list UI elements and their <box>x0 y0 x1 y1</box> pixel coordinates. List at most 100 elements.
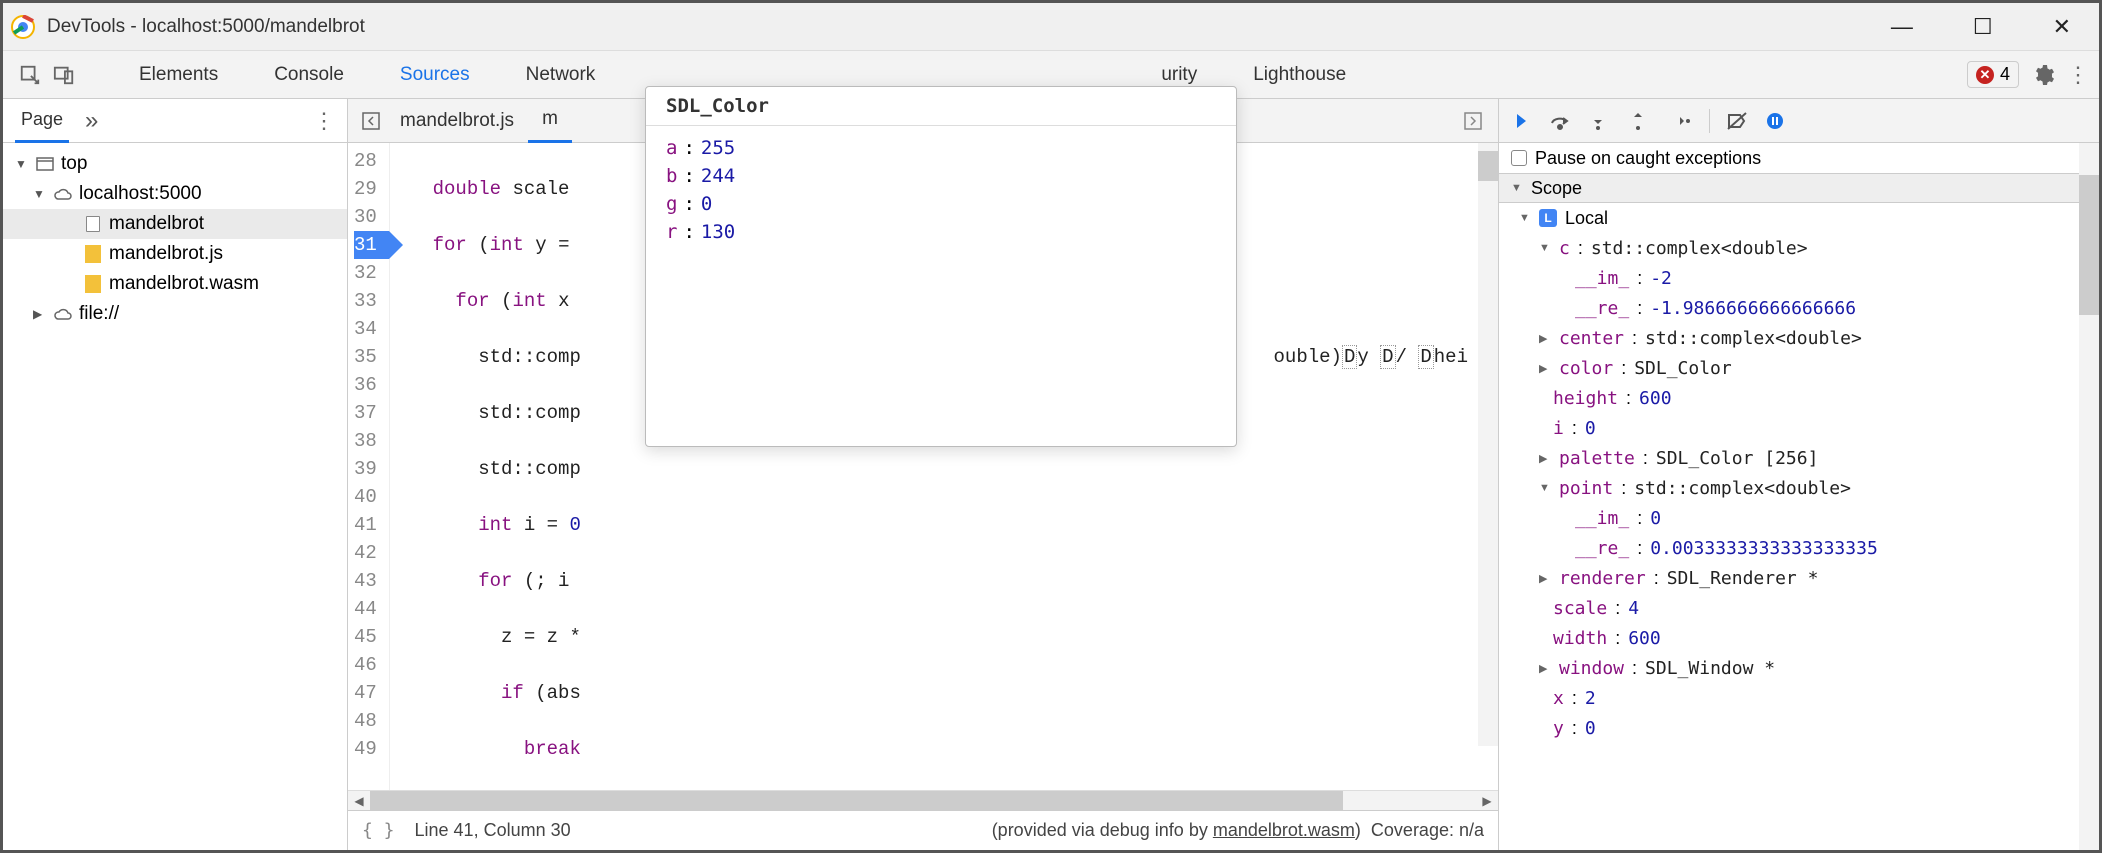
tooltip-field: a:255 <box>666 134 1216 162</box>
settings-gear-icon[interactable] <box>2031 63 2055 87</box>
collapse-icon: ▶ <box>33 307 47 321</box>
step-over-icon[interactable] <box>1549 111 1573 131</box>
editor-run-icon[interactable] <box>1464 112 1490 130</box>
sidebar-tab-page[interactable]: Page <box>15 99 69 143</box>
var-palette[interactable]: ▶palette:SDL_Color [256] <box>1499 443 2099 473</box>
sources-sidebar: Page » ⋮ ▼ top ▼ localhost:5000 mandelbr… <box>3 99 348 850</box>
var-point-im[interactable]: __im_:0 <box>1499 503 2099 533</box>
var-c-im[interactable]: __im_:-2 <box>1499 263 2099 293</box>
device-toolbar-icon[interactable] <box>47 58 81 92</box>
file-icon <box>83 216 103 232</box>
hover-tooltip: SDL_Color a:255 b:244 g:0 r:130 <box>645 86 1237 447</box>
editor-statusbar: { } Line 41, Column 30 (provided via deb… <box>348 810 1498 850</box>
file-tree: ▼ top ▼ localhost:5000 mandelbrot mandel… <box>3 143 347 335</box>
scroll-left-icon[interactable]: ◀ <box>348 791 370 810</box>
tree-top-label: top <box>61 153 87 175</box>
tooltip-field: g:0 <box>666 190 1216 218</box>
tab-lighthouse[interactable]: Lighthouse <box>1225 51 1374 99</box>
editor-tab-file[interactable]: mandelbrot.js <box>386 99 528 143</box>
var-y[interactable]: y:0 <box>1499 713 2099 743</box>
expand-icon: ▼ <box>33 187 47 201</box>
tree-file-label: mandelbrot <box>109 213 204 235</box>
tab-network[interactable]: Network <box>498 51 624 99</box>
error-icon: ✕ <box>1976 66 1994 84</box>
var-scale[interactable]: scale:4 <box>1499 593 2099 623</box>
devtools-logo-icon <box>11 15 35 39</box>
scroll-right-icon[interactable]: ▶ <box>1476 791 1498 810</box>
more-menu-icon[interactable]: ⋮ <box>2067 62 2089 88</box>
var-height[interactable]: height:600 <box>1499 383 2099 413</box>
pause-caught-toggle[interactable]: Pause on caught exceptions <box>1499 143 2099 173</box>
error-count-badge[interactable]: ✕ 4 <box>1967 61 2019 88</box>
debugger-scrollbar[interactable] <box>2079 143 2099 850</box>
tree-host-label: localhost:5000 <box>79 183 202 205</box>
cloud-icon <box>53 307 73 321</box>
wasm-file-icon <box>83 275 103 293</box>
var-window[interactable]: ▶window:SDL_Window * <box>1499 653 2099 683</box>
debug-toolbar <box>1499 99 2099 143</box>
pause-caught-label: Pause on caught exceptions <box>1535 148 1761 169</box>
tab-console[interactable]: Console <box>246 51 372 99</box>
tree-file-mandelbrot-wasm[interactable]: mandelbrot.wasm <box>3 269 347 299</box>
pause-exceptions-icon[interactable] <box>1766 112 1790 130</box>
var-c[interactable]: ▼c:std::complex<double> <box>1499 233 2099 263</box>
var-point-re[interactable]: __re_:0.0033333333333333335 <box>1499 533 2099 563</box>
step-out-icon[interactable] <box>1629 111 1653 131</box>
var-x[interactable]: x:2 <box>1499 683 2099 713</box>
tree-file-mandelbrot[interactable]: mandelbrot <box>3 209 347 239</box>
tree-top[interactable]: ▼ top <box>3 149 347 179</box>
expand-icon: ▼ <box>15 157 29 171</box>
tab-sources[interactable]: Sources <box>372 51 498 99</box>
editor-tab-active[interactable]: m <box>528 99 572 143</box>
tab-elements[interactable]: Elements <box>111 51 246 99</box>
tree-file-label: mandelbrot.js <box>109 243 223 265</box>
editor-nav-icon[interactable] <box>356 112 386 130</box>
tree-file-scheme-label: file:// <box>79 303 119 325</box>
resume-icon[interactable] <box>1509 111 1533 131</box>
var-point[interactable]: ▼point:std::complex<double> <box>1499 473 2099 503</box>
var-center[interactable]: ▶center:std::complex<double> <box>1499 323 2099 353</box>
window-title: DevTools - localhost:5000/mandelbrot <box>47 16 365 38</box>
js-file-icon <box>83 245 103 263</box>
tooltip-title: SDL_Color <box>646 87 1236 126</box>
scope-local-label: Local <box>1565 208 1608 229</box>
scope-local[interactable]: ▼ L Local <box>1499 203 2099 233</box>
scope-header[interactable]: ▼ Scope <box>1499 173 2099 203</box>
var-c-re[interactable]: __re_:-1.9866666666666666 <box>1499 293 2099 323</box>
window-minimize-button[interactable]: — <box>1891 14 1913 40</box>
scope-header-label: Scope <box>1531 178 1582 199</box>
deactivate-breakpoints-icon[interactable] <box>1726 111 1750 131</box>
inspect-element-icon[interactable] <box>13 58 47 92</box>
tooltip-field: b:244 <box>666 162 1216 190</box>
tree-file-mandelbrot-js[interactable]: mandelbrot.js <box>3 239 347 269</box>
var-i[interactable]: i:0 <box>1499 413 2099 443</box>
debugger-panel: Pause on caught exceptions ▼ Scope ▼ L L… <box>1499 99 2099 850</box>
window-maximize-button[interactable]: ☐ <box>1973 14 1993 40</box>
var-width[interactable]: width:600 <box>1499 623 2099 653</box>
step-into-icon[interactable] <box>1589 111 1613 131</box>
cloud-icon <box>53 187 73 201</box>
step-icon[interactable] <box>1669 112 1693 130</box>
checkbox-icon[interactable] <box>1511 150 1527 166</box>
local-badge-icon: L <box>1539 209 1557 227</box>
tree-file-label: mandelbrot.wasm <box>109 273 259 295</box>
debug-info-provided: (provided via debug info by mandelbrot.w… <box>992 820 1361 840</box>
line-gutter[interactable]: 282930 31 32333435 36373839 40414243 444… <box>348 143 390 790</box>
debug-info-link[interactable]: mandelbrot.wasm <box>1213 820 1355 840</box>
sidebar-more-tabs-icon[interactable]: » <box>85 107 98 135</box>
coverage-status: Coverage: n/a <box>1371 820 1484 840</box>
tooltip-field: r:130 <box>666 218 1216 246</box>
editor-horizontal-scrollbar[interactable]: ◀ ▶ <box>348 790 1498 810</box>
format-code-icon[interactable]: { } <box>362 820 395 841</box>
editor-vertical-scrollbar[interactable] <box>1478 143 1498 746</box>
window-icon <box>35 157 55 171</box>
tree-host[interactable]: ▼ localhost:5000 <box>3 179 347 209</box>
tree-file-scheme[interactable]: ▶ file:// <box>3 299 347 329</box>
cursor-position: Line 41, Column 30 <box>415 820 571 841</box>
window-titlebar: DevTools - localhost:5000/mandelbrot — ☐… <box>3 3 2099 51</box>
window-close-button[interactable]: ✕ <box>2053 14 2071 40</box>
var-renderer[interactable]: ▶renderer:SDL_Renderer * <box>1499 563 2099 593</box>
error-count: 4 <box>2000 64 2010 85</box>
sidebar-menu-icon[interactable]: ⋮ <box>313 108 335 134</box>
var-color[interactable]: ▶color:SDL_Color <box>1499 353 2099 383</box>
